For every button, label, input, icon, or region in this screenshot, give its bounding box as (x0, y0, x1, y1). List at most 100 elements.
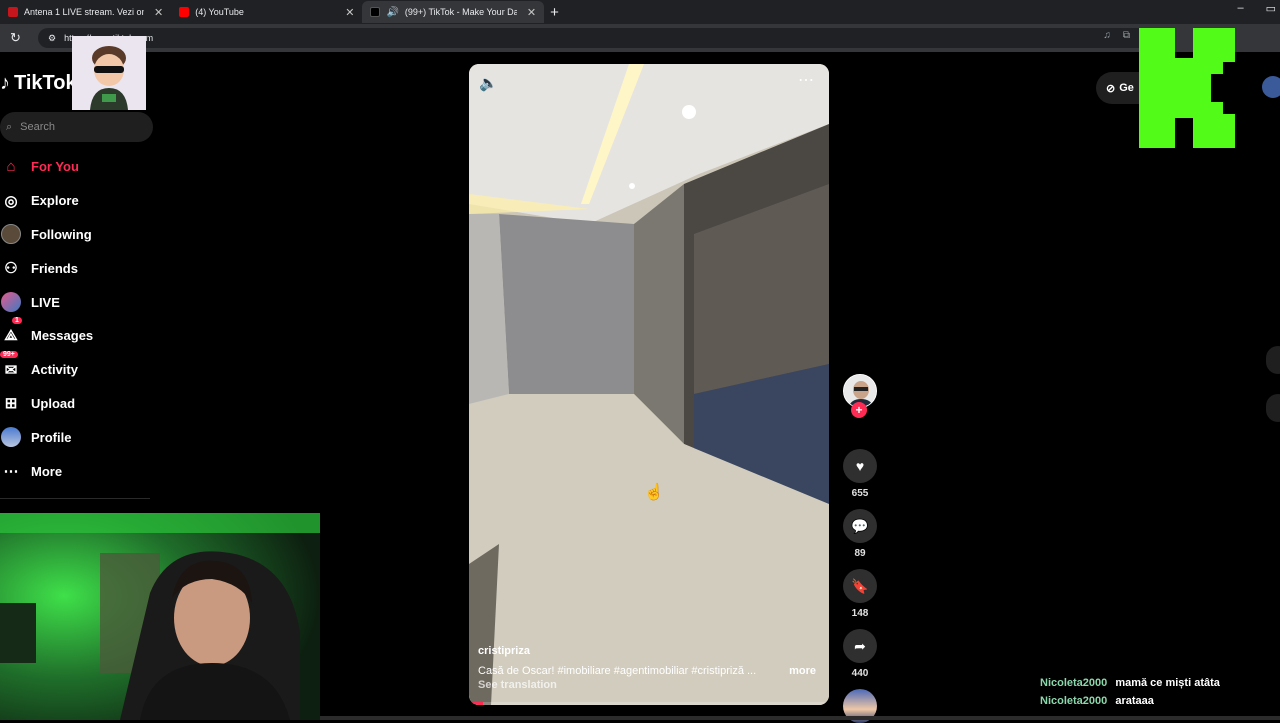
sidebar-item-more[interactable]: ⋯ More (0, 454, 150, 488)
close-icon[interactable]: ✕ (154, 6, 163, 19)
search-icon: ⌕ (6, 120, 13, 133)
next-video-button[interactable] (1266, 394, 1280, 422)
caption-more-button[interactable]: more (789, 665, 816, 677)
youtube-favicon-icon (179, 7, 190, 17)
profile-avatar (0, 426, 22, 448)
comment-button[interactable]: 💬 (843, 509, 877, 543)
following-avatar (0, 223, 22, 245)
site-info-icon[interactable]: ⚙ (48, 33, 56, 44)
video-player[interactable]: 🔈 ⋯ cristipriza Casă de Oscar! #imobilia… (469, 64, 829, 705)
browser-tab-antena[interactable]: Antena 1 LIVE stream. Vezi online ✕ (0, 1, 171, 23)
sidebar-item-label: For You (31, 159, 79, 175)
tab-title: Antena 1 LIVE stream. Vezi online (24, 7, 144, 17)
app-icon: ⊘ (1106, 82, 1116, 95)
sidebar-item-upload[interactable]: ⊞ Upload (0, 387, 150, 421)
save-count: 148 (851, 608, 869, 619)
url-field[interactable]: ⚙ https://www.tiktok.com (38, 28, 1158, 48)
tiktok-favicon-icon (370, 7, 381, 17)
sidebar-item-activity[interactable]: ✉ 99+ Activity (0, 350, 150, 387)
heart-icon: ♥ (855, 458, 865, 474)
streamer-cartoon-avatar (72, 36, 146, 110)
sidebar-item-label: Profile (31, 429, 72, 445)
search-input[interactable]: ⌕ Search (0, 112, 153, 142)
new-tab-button[interactable]: + (550, 4, 559, 21)
chat-username: Nicoleta2000 (1040, 695, 1108, 707)
address-bar-icons: ♫ ⧉ (1103, 30, 1130, 41)
sidebar-item-explore[interactable]: ◎ Explore (0, 184, 150, 218)
home-icon: ⌂ (6, 158, 16, 176)
messages-badge: 1 (12, 316, 22, 324)
maximize-button[interactable]: ▭ (1266, 2, 1276, 15)
bottom-scrollbar[interactable] (320, 716, 1280, 720)
comment-count: 89 (854, 548, 866, 559)
window-controls: – ▭ (1237, 2, 1276, 15)
tab-title: (99+) TikTok - Make Your Day (404, 7, 517, 17)
sidebar-item-for-you[interactable]: ⌂ For You (0, 150, 150, 184)
sidebar-item-label: More (31, 463, 63, 479)
sidebar-item-label: Upload (31, 395, 76, 411)
sidebar-nav: ⌂ For You ◎ Explore Following ⚇ Friends … (0, 150, 150, 488)
chat-message: Nicoleta2000 mamă ce miști atâta (1040, 677, 1280, 695)
activity-badge: 99+ (0, 350, 18, 358)
share-button[interactable]: ➦ (843, 629, 877, 663)
mouse-cursor-icon: ☝ (644, 484, 664, 501)
browser-tab-bar: Antena 1 LIVE stream. Vezi online ✕ (4) … (0, 0, 1280, 24)
sidebar-item-label: LIVE (31, 294, 60, 310)
stream-chat: Nicoleta2000 mamă ce miști atâta Nicolet… (1040, 677, 1280, 713)
comment-icon: 💬 (851, 517, 869, 534)
minimize-button[interactable]: – (1237, 2, 1243, 15)
video-options-icon[interactable]: ⋯ (798, 70, 815, 90)
search-placeholder: Search (20, 121, 56, 133)
sidebar-item-label: Activity (31, 362, 78, 378)
video-progress-bar[interactable] (469, 702, 829, 705)
sidebar-item-label: Following (31, 226, 92, 242)
previous-video-button[interactable] (1266, 346, 1280, 374)
video-author[interactable]: cristipriza (478, 645, 530, 657)
send-icon: ⟁ (4, 327, 18, 345)
sidebar-item-messages[interactable]: ⟁ 1 Messages (0, 316, 150, 353)
extension-icon[interactable]: ⧉ (1123, 30, 1130, 41)
browser-tab-youtube[interactable]: (4) YouTube ✕ (171, 1, 362, 23)
kick-logo-icon (1139, 28, 1235, 148)
video-caption: Casă de Oscar! #imobiliare #agentimobili… (478, 665, 757, 677)
account-avatar[interactable] (1262, 76, 1280, 98)
address-bar: ↻ ⚙ https://www.tiktok.com ♫ ⧉ (0, 24, 1280, 52)
save-button[interactable]: 🔖 (843, 569, 877, 603)
close-icon[interactable]: ✕ (345, 6, 354, 19)
like-button[interactable]: ♥ (843, 449, 877, 483)
see-translation-button[interactable]: See translation (478, 679, 557, 691)
compass-icon: ◎ (4, 192, 18, 210)
bell-icon[interactable]: ♫ (1103, 30, 1111, 41)
tab-title: (4) YouTube (195, 7, 244, 17)
more-icon: ⋯ (3, 463, 19, 481)
share-icon: ➦ (854, 637, 866, 654)
chat-text: mamă ce miști atâta (1115, 677, 1220, 689)
sidebar-item-following[interactable]: Following (0, 218, 150, 252)
follow-plus-button[interactable]: + (851, 402, 867, 418)
share-count: 440 (851, 668, 869, 679)
chat-username: Nicoleta2000 (1040, 677, 1108, 689)
sidebar-item-profile[interactable]: Profile (0, 420, 150, 454)
sidebar-item-label: Messages (31, 328, 94, 344)
reload-icon[interactable]: ↻ (10, 30, 30, 46)
close-icon[interactable]: ✕ (527, 6, 536, 19)
browser-tab-tiktok[interactable]: 🔊 (99+) TikTok - Make Your Day ✕ (362, 1, 545, 23)
video-progress-fill (469, 702, 484, 705)
friends-icon: ⚇ (4, 260, 18, 278)
speaker-icon: 🔊 (386, 6, 399, 18)
live-avatar (0, 291, 22, 313)
sidebar-divider (0, 498, 150, 499)
sidebar-item-friends[interactable]: ⚇ Friends (0, 251, 150, 285)
video-action-rail: ♥ 655 💬 89 🔖 148 ➦ 440 (842, 374, 878, 723)
tiktok-logo[interactable]: ♪ TikTok (0, 72, 77, 95)
chat-text: arataaa (1115, 695, 1154, 707)
like-count: 655 (851, 488, 869, 499)
sidebar-item-live[interactable]: LIVE (0, 285, 150, 319)
upload-icon: ⊞ (4, 395, 18, 413)
antena-favicon-icon (8, 7, 18, 17)
bookmark-icon: 🔖 (851, 577, 869, 594)
tiktok-note-icon: ♪ (0, 72, 10, 94)
volume-icon[interactable]: 🔈 (479, 74, 498, 92)
inbox-icon: ✉ (4, 361, 18, 379)
sidebar-item-label: Explore (31, 193, 79, 209)
